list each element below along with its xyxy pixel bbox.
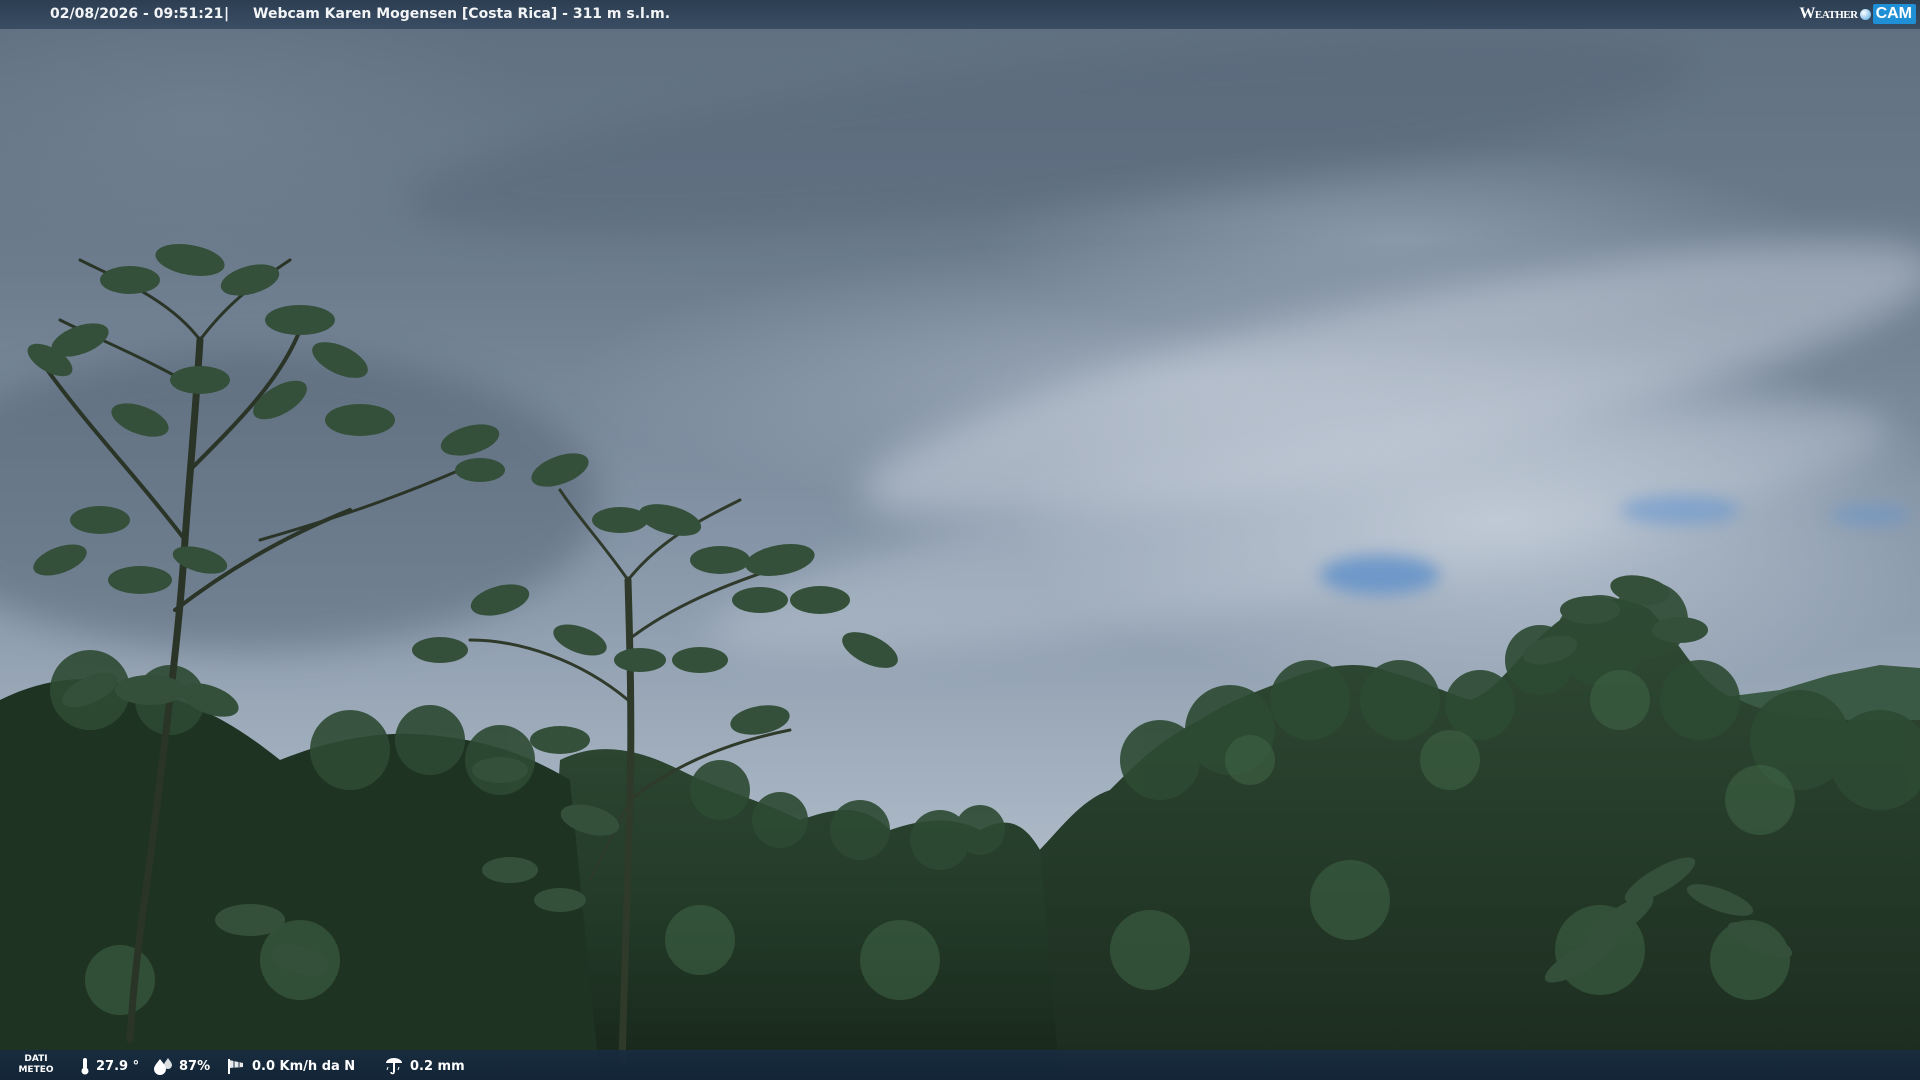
humidity-readout: 87%	[153, 1057, 210, 1075]
thermometer-icon	[81, 1058, 89, 1075]
forest-landscape	[0, 244, 1920, 1080]
title-separator: |	[224, 6, 230, 22]
weathercam-logo: Weather CAM	[1799, 2, 1916, 26]
webcam-frame: 02/08/2026 - 09:51:21 | Webcam Karen Mog…	[0, 0, 1920, 1080]
windsock-icon	[228, 1059, 243, 1074]
meteo-data-label: DATI METEO	[16, 1054, 56, 1076]
humidity-value: 87%	[179, 1058, 211, 1074]
rain-readout: 0.2 mm	[384, 1057, 465, 1075]
logo-cam-text: CAM	[1872, 4, 1916, 24]
webcam-title: Webcam Karen Mogensen [Costa Rica] - 311…	[253, 6, 671, 22]
logo-weather-text: Weather	[1799, 5, 1858, 22]
wind-value: 0.0 Km/h da N	[252, 1058, 356, 1074]
weather-data-bar: DATI METEO 27.9 ° 87% 0.0 Km/h da N 0.2 …	[0, 1050, 1920, 1080]
meteo-label-line1: DATI	[24, 1054, 48, 1064]
rain-gauge-icon	[386, 1058, 402, 1075]
humidity-drops-icon	[154, 1058, 172, 1075]
timestamp: 02/08/2026 - 09:51:21	[50, 6, 224, 22]
top-info-bar: 02/08/2026 - 09:51:21 | Webcam Karen Mog…	[0, 0, 1920, 29]
rain-value: 0.2 mm	[410, 1058, 465, 1074]
meteo-label-line2: METEO	[18, 1065, 54, 1075]
center-forest	[540, 749, 1060, 1080]
logo-globe-icon	[1859, 8, 1871, 20]
wind-readout: 0.0 Km/h da N	[226, 1057, 355, 1075]
temperature-value: 27.9 °	[96, 1058, 140, 1074]
temperature-readout: 27.9 °	[80, 1057, 139, 1075]
